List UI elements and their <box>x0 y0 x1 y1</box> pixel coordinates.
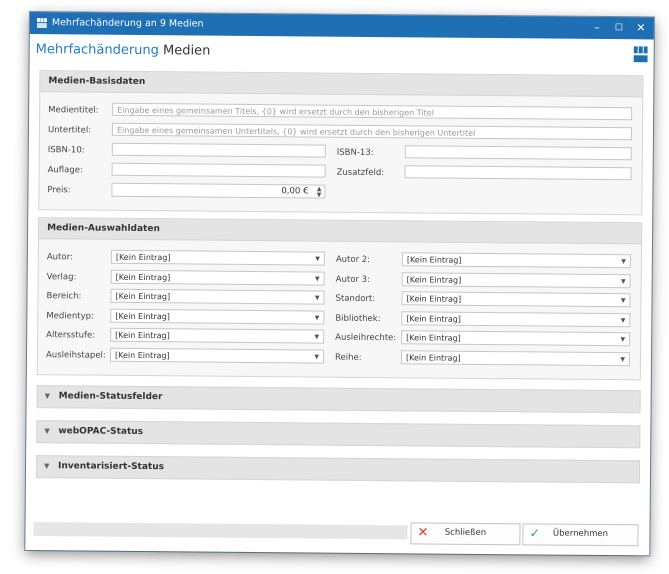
auflage-label: Auflage: <box>47 165 83 176</box>
select-value: [Kein Eintrag] <box>115 291 171 302</box>
select-value: [Kein Eintrag] <box>406 333 461 343</box>
dropdown-arrow-icon[interactable]: ▼ <box>621 314 626 327</box>
window-title: Mehrfachänderung an 9 Medien <box>51 17 204 30</box>
zusatzfeld-input[interactable] <box>404 165 632 181</box>
select-label: Verlag: <box>46 271 77 282</box>
select-label: Bereich: <box>46 291 82 302</box>
dropdown-arrow-icon[interactable]: ▼ <box>315 311 320 324</box>
select-label: Bibliothek: <box>335 313 381 324</box>
preis-label: Preis: <box>47 185 71 196</box>
apply-button-label: Übernehmen <box>552 528 609 540</box>
group-heading: Medien-Basisdaten <box>40 71 643 98</box>
select-dropdown[interactable]: [Kein Eintrag] ▼ <box>110 308 325 325</box>
untertitel-input[interactable]: Eingabe eines gemeinsamen Untertitels, {… <box>111 122 633 141</box>
dialog-window: Mehrfachänderung an 9 Medien – ☐ ✕ Mehrf… <box>25 12 654 556</box>
select-label: Medientyp: <box>46 310 94 322</box>
select-dropdown[interactable]: [Kein Eintrag] ▼ <box>110 327 325 344</box>
spin-arrows-icon[interactable]: ▲ ▼ <box>317 186 322 199</box>
preis-value: 0,00 € <box>281 186 309 197</box>
close-button-label: Schließen <box>444 527 487 539</box>
select-label: Reihe: <box>334 352 362 363</box>
dropdown-arrow-icon[interactable]: ▼ <box>621 275 626 288</box>
close-window-button[interactable]: ✕ <box>630 19 652 37</box>
select-value: [Kein Eintrag] <box>406 274 462 285</box>
group-statusfelder-collapsed[interactable]: ▼ Medien-Statusfelder <box>36 385 641 414</box>
isbn13-label: ISBN-13: <box>336 147 374 159</box>
select-dropdown[interactable]: [Kein Eintrag] ▼ <box>401 271 631 288</box>
select-value: [Kein Eintrag] <box>405 352 461 363</box>
select-dropdown[interactable]: [Kein Eintrag] ▼ <box>401 291 631 308</box>
dropdown-arrow-icon[interactable]: ▼ <box>315 291 320 304</box>
dropdown-arrow-icon[interactable]: ▼ <box>621 255 626 268</box>
zusatzfeld-label: Zusatzfeld: <box>336 167 385 179</box>
dropdown-arrow-icon[interactable]: ▼ <box>315 252 320 265</box>
group-heading: Inventarisiert-Status <box>57 461 165 473</box>
select-label: Ausleihstapel: <box>45 349 106 361</box>
isbn13-input[interactable] <box>404 145 632 161</box>
dropdown-arrow-icon[interactable]: ▼ <box>314 330 320 343</box>
dropdown-arrow-icon[interactable]: ▼ <box>621 294 626 307</box>
preis-spinner[interactable]: 0,00 € ▲ ▼ <box>111 182 326 199</box>
apply-button[interactable]: ✓ Übernehmen <box>522 523 639 547</box>
dropdown-arrow-icon[interactable]: ▼ <box>315 272 320 285</box>
select-value: [Kein Eintrag] <box>115 330 170 341</box>
select-label: Ausleihrechte: <box>335 332 397 344</box>
select-dropdown[interactable]: [Kein Eintrag] ▼ <box>109 347 325 364</box>
dropdown-arrow-icon[interactable]: ▼ <box>620 353 625 366</box>
page-title-secondary: Medien <box>163 43 211 59</box>
dropdown-arrow-icon[interactable]: ▼ <box>620 333 626 346</box>
page-title: Mehrfachänderung Medien <box>36 42 211 59</box>
select-dropdown[interactable]: [Kein Eintrag] ▼ <box>110 269 325 286</box>
close-button[interactable]: ✕ Schließen <box>410 522 521 546</box>
select-value: [Kein Eintrag] <box>115 311 170 321</box>
logo-icon <box>633 46 648 63</box>
medientitel-input[interactable]: Eingabe eines gemeinsamen Titels, {0} wi… <box>112 102 633 121</box>
group-auswahldaten: Medien-Auswahldaten Autor: [Kein Eintrag]… <box>36 217 643 381</box>
isbn10-input[interactable] <box>111 142 326 158</box>
chevron-down-icon: ▼ <box>44 427 50 436</box>
select-dropdown[interactable]: [Kein Eintrag] ▼ <box>401 310 631 327</box>
medientitel-label: Medientitel: <box>48 105 99 116</box>
app-icon <box>36 18 47 29</box>
group-heading: Medien-Statusfelder <box>58 391 163 403</box>
untertitel-label: Untertitel: <box>47 125 92 136</box>
select-value: [Kein Eintrag] <box>114 350 170 360</box>
chevron-down-icon: ▼ <box>44 392 51 401</box>
select-label: Standort: <box>335 293 376 305</box>
select-dropdown[interactable]: [Kein Eintrag] ▼ <box>401 330 631 347</box>
select-label: Autor 2: <box>335 254 371 265</box>
chevron-down-icon: ▼ <box>44 462 50 471</box>
group-heading: Medien-Auswahldaten <box>39 218 642 245</box>
group-inventarisiert-collapsed[interactable]: ▼ Inventarisiert-Status <box>35 455 641 484</box>
select-dropdown[interactable]: [Kein Eintrag] ▼ <box>110 288 325 305</box>
dropdown-arrow-icon[interactable]: ▼ <box>314 350 319 363</box>
minimize-button[interactable]: – <box>586 19 608 37</box>
group-basisdaten: Medien-Basisdaten Medientitel: Eingabe e… <box>38 70 644 216</box>
select-dropdown[interactable]: [Kein Eintrag] ▼ <box>400 349 631 366</box>
page-title-primary: Mehrfachänderung <box>35 42 159 59</box>
select-value: [Kein Eintrag] <box>406 313 461 324</box>
group-heading: webOPAC-Status <box>58 426 144 438</box>
select-value: [Kein Eintrag] <box>406 255 462 265</box>
select-label: Autor: <box>46 252 73 263</box>
dialog-header: Mehrfachänderung Medien <box>30 34 654 65</box>
select-label: Altersstufe: <box>46 330 96 341</box>
maximize-button[interactable]: ☐ <box>608 19 630 37</box>
select-label: Autor 3: <box>335 274 370 285</box>
auflage-input[interactable] <box>111 162 326 178</box>
select-dropdown[interactable]: [Kein Eintrag] ▼ <box>401 252 631 269</box>
select-value: [Kein Eintrag] <box>115 252 171 263</box>
isbn10-label: ISBN-10: <box>47 145 85 156</box>
select-dropdown[interactable]: [Kein Eintrag] ▼ <box>110 249 325 266</box>
progress-bar <box>33 522 408 540</box>
select-value: [Kein Eintrag] <box>115 272 171 282</box>
group-webopac-collapsed[interactable]: ▼ webOPAC-Status <box>36 420 641 449</box>
select-value: [Kein Eintrag] <box>406 294 462 304</box>
